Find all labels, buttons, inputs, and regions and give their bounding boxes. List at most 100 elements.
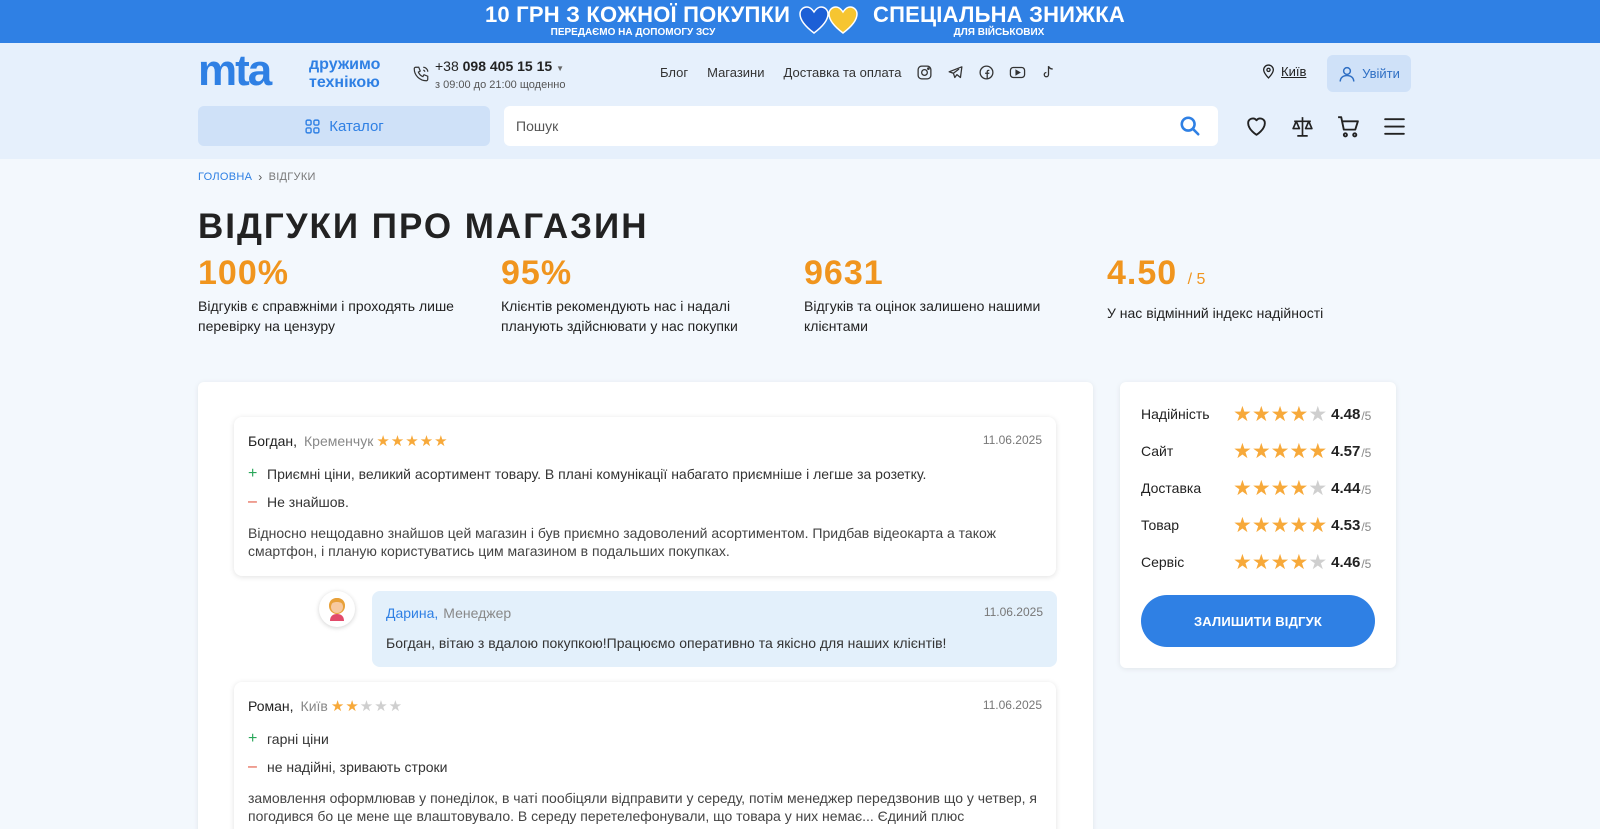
telegram-icon[interactable]	[947, 64, 964, 81]
phone-hours: з 09:00 до 21:00 щоденно	[435, 79, 566, 91]
rating-stars: ★ ★ ★ ★ ★	[1233, 514, 1327, 536]
stat-number: 9631	[804, 254, 884, 292]
city-selector[interactable]: Київ	[1262, 64, 1306, 79]
login-button[interactable]: Увійти	[1327, 55, 1411, 92]
rating-label: Товар	[1141, 517, 1180, 533]
promo-left-subtitle: ПЕРЕДАЄМО НА ДОПОМОГУ ЗСУ	[550, 27, 716, 38]
star-filled-icon: ★	[1289, 476, 1309, 500]
review-date: 11.06.2025	[982, 433, 1042, 447]
star-filled-icon: ★	[1289, 550, 1309, 574]
rating-max: /5	[1361, 519, 1372, 534]
star-filled-icon: ★	[1270, 439, 1290, 463]
review-city: Київ	[300, 698, 328, 714]
logo-tagline-line1: дружимо	[309, 56, 381, 73]
user-icon	[1339, 66, 1355, 82]
promo-right-subtitle: ДЛЯ ВІЙСЬКОВИХ	[953, 27, 1045, 38]
reply-date: 11.06.2025	[983, 605, 1043, 619]
phone-prefix: +38	[435, 58, 459, 74]
phone-icon	[413, 66, 429, 82]
heart-icon[interactable]	[1244, 114, 1269, 139]
youtube-icon[interactable]	[1009, 64, 1026, 81]
star-filled-icon: ★	[1251, 513, 1271, 537]
logo-tagline-line2: технікою	[309, 74, 380, 91]
breadcrumb: ГОЛОВНА › ВІДГУКИ	[198, 170, 316, 184]
nav-delivery[interactable]: Доставка та оплата	[784, 65, 902, 81]
rating-row: Товар ★ ★ ★ ★ ★ 4.53 /5	[1141, 513, 1381, 537]
grid-icon	[305, 118, 320, 134]
stat-description: Відгуків та оцінок залишено нашими клієн…	[804, 298, 1041, 334]
review-cons-text: Не знайшов.	[267, 494, 349, 510]
minus-icon: –	[248, 758, 257, 775]
promo-left[interactable]: 10 ГРН З КОЖНОЇ ПОКУПКИ ПЕРЕДАЄМО НА ДОП…	[485, 3, 790, 39]
city-name[interactable]: Київ	[1281, 64, 1306, 79]
facebook-icon[interactable]	[978, 64, 995, 81]
star-filled-icon: ★	[1270, 476, 1290, 500]
reviews-list: Богдан, Кременчук ★ ★ ★ ★ ★ 11.06.2025 + При…	[198, 382, 1093, 829]
star-filled-icon: ★	[1251, 476, 1271, 500]
star-filled-icon: ★	[1270, 402, 1290, 426]
compare-icon[interactable]	[1290, 114, 1315, 139]
rating-label: Доставка	[1141, 480, 1202, 496]
rating-label: Сайт	[1141, 443, 1174, 459]
chevron-down-icon[interactable]: ▼	[556, 64, 564, 73]
review-pros: + гарні ціни	[248, 730, 1042, 748]
page-title: ВІДГУКИ ПРО МАГАЗИН	[198, 207, 649, 246]
rating-stars: ★ ★ ★ ★ ★	[1233, 477, 1327, 499]
breadcrumb-home[interactable]: ГОЛОВНА	[198, 171, 252, 183]
menu-icon[interactable]	[1382, 114, 1407, 139]
star-filled-icon: ★	[1251, 550, 1271, 574]
stat-value: 9631	[804, 254, 1084, 292]
rating-row: Сайт ★ ★ ★ ★ ★ 4.57 /5	[1141, 439, 1381, 463]
location-pin-icon	[1263, 64, 1274, 79]
plus-icon: +	[248, 465, 258, 482]
star-filled-icon: ★	[1308, 439, 1328, 463]
cart-icon[interactable]	[1336, 114, 1361, 139]
leave-review-button[interactable]: ЗАЛИШИТИ ВІДГУК	[1141, 595, 1375, 647]
stat-number: 4.50	[1107, 254, 1178, 292]
search-icon[interactable]	[1179, 115, 1201, 137]
review-date: 11.06.2025	[982, 698, 1042, 712]
header-actions	[1244, 114, 1407, 139]
review-author: Богдан,	[248, 433, 298, 449]
star-filled-icon: ★	[376, 432, 390, 450]
star-empty-icon: ★	[388, 697, 403, 715]
instagram-icon[interactable]	[916, 64, 933, 81]
review-cons-text: не надійні, зривають строки	[267, 759, 448, 775]
star-filled-icon: ★	[1289, 402, 1309, 426]
rating-max: /5	[1361, 408, 1372, 423]
review-pros-text: Приємні ціни, великий асортимент товару.…	[267, 466, 927, 482]
site-header: mta дружимо технікою +38 098 405 15 15 ▼…	[0, 43, 1600, 159]
rating-label: Надійність	[1141, 406, 1210, 422]
star-filled-icon: ★	[1308, 513, 1328, 537]
promo-right[interactable]: СПЕЦІАЛЬНА ЗНИЖКА ДЛЯ ВІЙСЬКОВИХ	[873, 2, 1125, 39]
promo-banner[interactable]: 10 ГРН З КОЖНОЇ ПОКУПКИ ПЕРЕДАЄМО НА ДОП…	[0, 0, 1600, 43]
review-author: Роман,	[248, 698, 294, 714]
reply-text: Богдан, вітаю з вдалою покупкою!Працюємо…	[386, 635, 947, 651]
review-cons: – Не знайшов.	[248, 493, 1042, 511]
rating-value: 4.46	[1331, 553, 1361, 571]
search-input[interactable]	[516, 106, 1156, 146]
review-text: замовлення оформлював у понеділок, в чат…	[248, 790, 1038, 824]
star-filled-icon: ★	[1251, 402, 1271, 426]
star-filled-icon: ★	[1233, 513, 1252, 537]
star-filled-icon: ★	[345, 697, 359, 715]
promo-right-title: СПЕЦІАЛЬНА ЗНИЖКА	[873, 2, 1125, 27]
phone-block[interactable]: +38 098 405 15 15 ▼ з 09:00 до 21:00 щод…	[435, 57, 565, 92]
tiktok-icon[interactable]	[1040, 64, 1057, 81]
stat-value: 4.50 / 5	[1107, 254, 1387, 299]
catalog-button[interactable]: Каталог	[198, 106, 490, 146]
phone-number[interactable]: +38 098 405 15 15 ▼	[435, 57, 565, 78]
stat-item: 100% Відгуків є справжніми і проходять л…	[198, 254, 478, 336]
reply-header: Дарина, Менеджер 11.06.2025	[386, 603, 1043, 623]
logo[interactable]: mta дружимо технікою	[198, 49, 398, 93]
nav-blog[interactable]: Блог	[660, 65, 688, 81]
logo-mark: mta	[198, 46, 272, 95]
star-filled-icon: ★	[1270, 550, 1290, 574]
star-filled-icon: ★	[1289, 513, 1309, 537]
star-empty-icon: ★	[1308, 402, 1328, 426]
avatar-icon	[329, 598, 345, 621]
star-filled-icon: ★	[330, 697, 345, 715]
review-city: Кременчук	[304, 433, 374, 449]
rating-value: 4.53	[1331, 516, 1361, 534]
nav-stores[interactable]: Магазини	[707, 65, 764, 81]
